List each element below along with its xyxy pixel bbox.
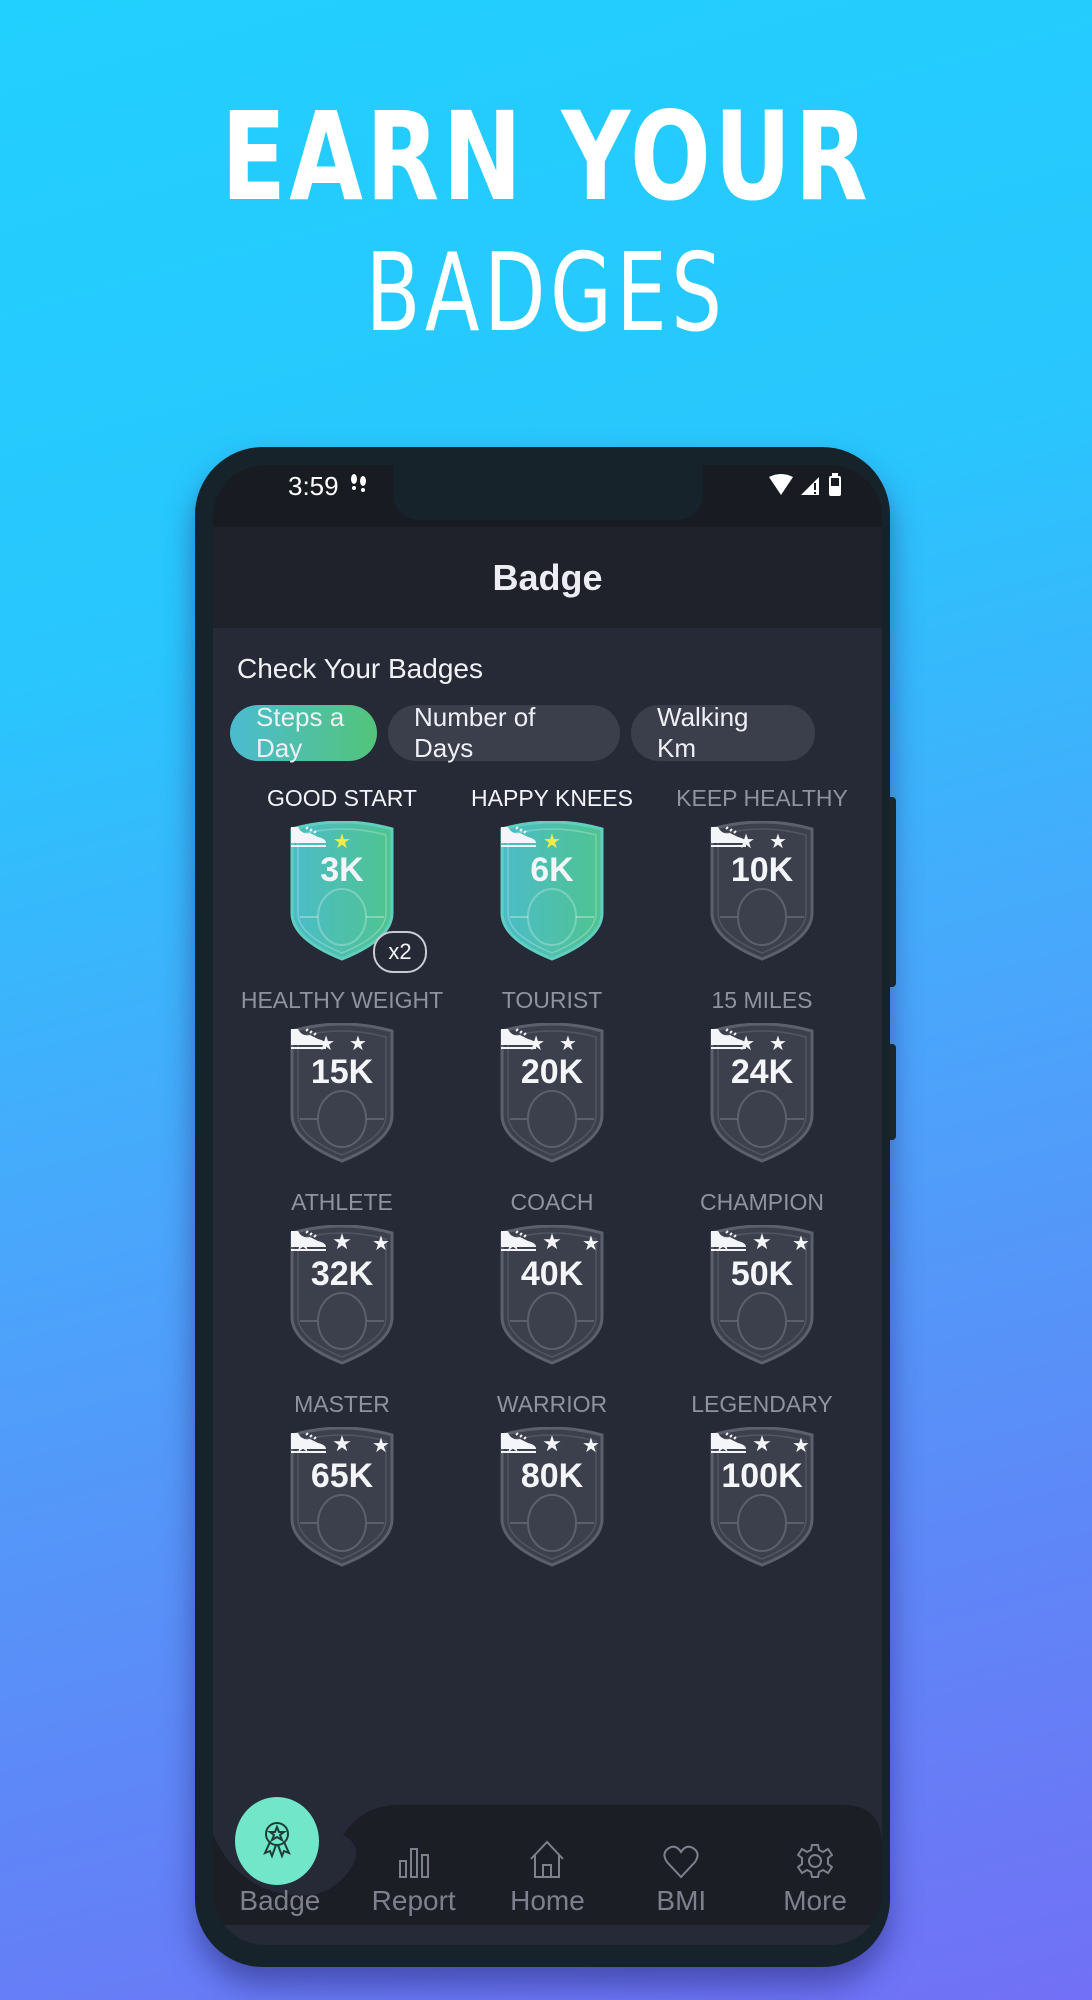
- badge-item[interactable]: KEEP HEALTHY ★ ★ 10K: [657, 783, 867, 961]
- badge-shield: ★ ★ 15K: [288, 1023, 396, 1163]
- badge-step-goal: 15K: [310, 1053, 374, 1091]
- star-icon: ★: [582, 1233, 600, 1255]
- page-title: Badge: [492, 556, 603, 598]
- badge-shield: ★★★80K: [498, 1427, 606, 1567]
- badge-name: GOOD START: [267, 785, 417, 811]
- nav-label: Home: [510, 1885, 585, 1916]
- badge-name: WARRIOR: [496, 1391, 608, 1417]
- heart-icon: [663, 1835, 699, 1879]
- star-icon: ★: [542, 1431, 562, 1456]
- home-icon: [528, 1835, 566, 1879]
- tab-number-of-days[interactable]: Number of Days: [388, 702, 620, 763]
- badge-name: MASTER: [294, 1391, 390, 1417]
- nav-badge[interactable]: Badge: [213, 1835, 347, 1917]
- badge-step-goal: 6K: [530, 851, 574, 889]
- badge-item[interactable]: HEALTHY WEIGHT ★ ★ 15K: [237, 985, 447, 1163]
- badge-shield: ★ ★ 24K: [708, 1023, 816, 1163]
- tab-walking-km[interactable]: Walking Km: [631, 702, 815, 763]
- nav-report[interactable]: Report: [347, 1835, 481, 1917]
- badge-item[interactable]: CHAMPION★★★50K: [657, 1187, 867, 1365]
- badge-step-goal: 80K: [520, 1457, 584, 1495]
- nav-bmi[interactable]: BMI: [614, 1835, 748, 1917]
- badge-name: HAPPY KNEES: [471, 785, 633, 811]
- badge-item[interactable]: LEGENDARY★★★100K: [657, 1389, 867, 1567]
- star-icon: ★: [792, 1233, 810, 1255]
- badge-item[interactable]: MASTER★★★65K: [237, 1389, 447, 1567]
- badge-shield: ★★★65K: [288, 1427, 396, 1567]
- nav-label: Report: [371, 1885, 456, 1916]
- nav-label: More: [783, 1885, 847, 1916]
- volume-button: [889, 797, 896, 987]
- badge-shield: ★★★50K: [708, 1225, 816, 1365]
- star-icon: ★: [792, 1435, 810, 1457]
- gear-icon: [797, 1835, 834, 1879]
- badge-multiplier: x2: [373, 931, 427, 973]
- badge-item[interactable]: GOOD START ★ 3K x2: [237, 783, 447, 973]
- badge-item[interactable]: HAPPY KNEES ★ 6K: [447, 783, 657, 961]
- star-icon: ★: [582, 1435, 600, 1457]
- bottom-navigation: Badge Report Home BMI More: [213, 1797, 882, 1945]
- badge-name: LEGENDARY: [691, 1391, 833, 1417]
- badge-step-goal: 10K: [730, 851, 794, 889]
- nav-more[interactable]: More: [748, 1835, 882, 1917]
- badge-grid: GOOD START ★ 3K x2 HAPPY KNEES ★ 6K KEEP HEALTH…: [237, 783, 867, 1567]
- power-button: [889, 1044, 896, 1140]
- bar-chart-icon: [397, 1835, 431, 1879]
- status-time: 3:59: [288, 471, 339, 501]
- badge-category-tabs: Steps a Day Number of Days Walking Km: [230, 702, 815, 763]
- app-screen: 3:59 Badge Check Your Badges Steps a Day…: [213, 465, 882, 1945]
- camera-notch: [393, 465, 703, 520]
- star-icon: ★: [372, 1233, 390, 1255]
- section-title: Check Your Badges: [237, 653, 483, 684]
- star-icon: ★: [752, 1431, 772, 1456]
- battery-icon: [828, 473, 842, 502]
- badge-step-goal: 100K: [721, 1457, 803, 1495]
- nav-label: BMI: [656, 1885, 707, 1916]
- badge-step-goal: 40K: [520, 1255, 584, 1293]
- badge-item[interactable]: ATHLETE★★★32K: [237, 1187, 447, 1365]
- badge-shield: ★★★40K: [498, 1225, 606, 1365]
- badge-name: HEALTHY WEIGHT: [240, 987, 444, 1013]
- badge-step-goal: 65K: [310, 1457, 374, 1495]
- badge-step-goal: 24K: [730, 1053, 794, 1091]
- badge-step-goal: 32K: [310, 1255, 374, 1293]
- nav-label: Badge: [239, 1885, 321, 1916]
- status-bar: 3:59: [213, 465, 882, 527]
- badge-name: ATHLETE: [291, 1189, 393, 1215]
- badge-step-goal: 3K: [320, 851, 364, 889]
- badge-name: COACH: [510, 1189, 594, 1215]
- star-icon: ★: [542, 1229, 562, 1254]
- badge-shield: ★ ★ 20K: [498, 1023, 606, 1163]
- wifi-icon: [768, 474, 794, 501]
- badge-item[interactable]: TOURIST ★ ★ 20K: [447, 985, 657, 1163]
- badge-name: 15 MILES: [711, 987, 813, 1013]
- badge-shield: ★ ★ 10K: [708, 821, 816, 961]
- star-icon: ★: [332, 1229, 352, 1254]
- footsteps-icon: [348, 473, 370, 501]
- star-icon: ★: [372, 1435, 390, 1457]
- badge-item[interactable]: WARRIOR★★★80K: [447, 1389, 657, 1567]
- badge-item[interactable]: 15 MILES ★ ★ 24K: [657, 985, 867, 1163]
- badge-item[interactable]: COACH★★★40K: [447, 1187, 657, 1365]
- badge-shield: ★ 6K: [498, 821, 606, 961]
- badge-step-goal: 50K: [730, 1255, 794, 1293]
- badge-name: KEEP HEALTHY: [676, 785, 848, 811]
- nav-home[interactable]: Home: [481, 1835, 615, 1917]
- badge-name: CHAMPION: [700, 1189, 824, 1215]
- promo-headline: EARN YOUR: [221, 86, 871, 228]
- star-icon: ★: [752, 1229, 772, 1254]
- badge-shield: ★★★100K: [708, 1427, 816, 1567]
- app-bar: Badge: [213, 527, 882, 628]
- badge-step-goal: 20K: [520, 1053, 584, 1091]
- badge-shield: ★★★32K: [288, 1225, 396, 1365]
- signal-icon: [800, 474, 822, 501]
- promo-subheadline: BADGES: [365, 231, 727, 356]
- star-icon: ★: [332, 1431, 352, 1456]
- badge-name: TOURIST: [501, 987, 603, 1013]
- tab-steps-a-day[interactable]: Steps a Day: [230, 702, 377, 763]
